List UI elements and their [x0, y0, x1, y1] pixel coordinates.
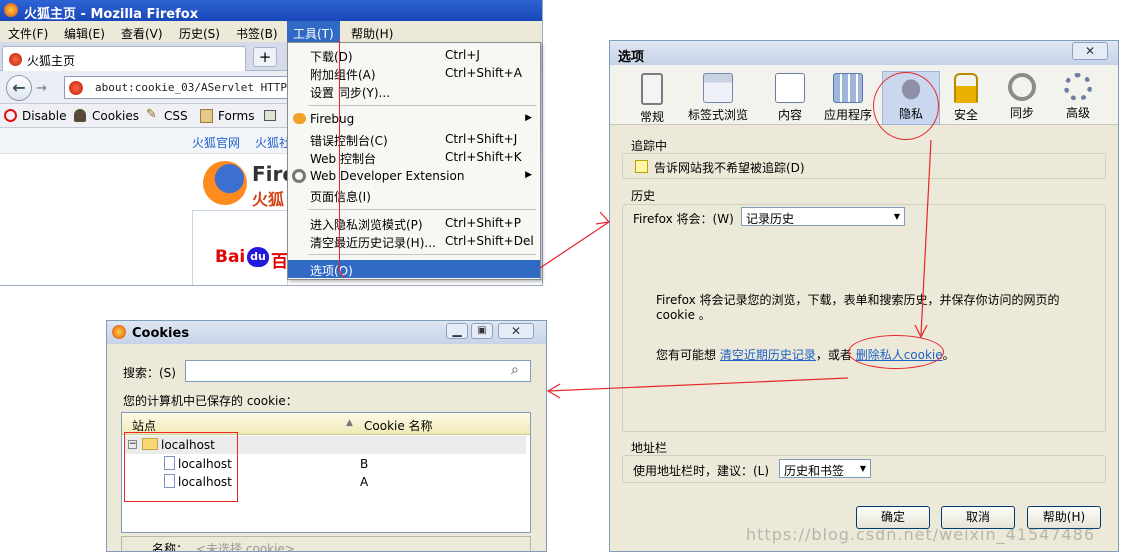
arrow-to-cookies: [547, 377, 849, 392]
arrow-to-remove-link: [920, 139, 932, 336]
annotation-arrows: [338, 139, 932, 399]
arrowhead-options: [595, 211, 611, 225]
arrowhead-tools: [338, 269, 345, 279]
arrow-to-options: [539, 221, 610, 269]
